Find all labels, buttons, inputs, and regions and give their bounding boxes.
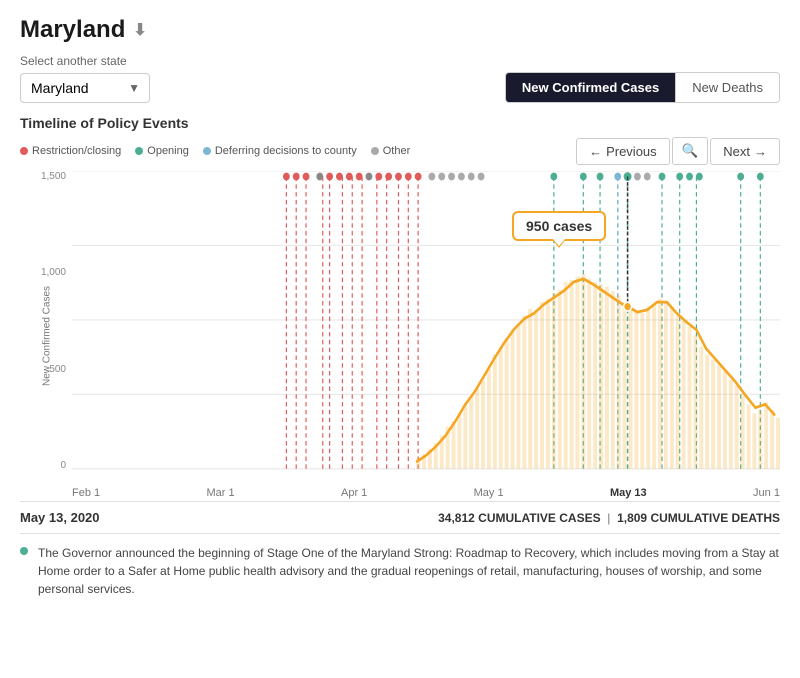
next-button[interactable]: Next → [710, 138, 780, 165]
legend-item-deferring: Deferring decisions to county [203, 145, 357, 157]
legend-label-restriction: Restriction/closing [32, 145, 121, 157]
chart-svg [72, 171, 780, 471]
download-icon[interactable]: ⬇ [133, 20, 146, 40]
prev-arrow-icon: ← [589, 144, 602, 159]
y-axis-label: New Confirmed Cases [42, 276, 53, 396]
deferring-dot [203, 147, 211, 155]
opening-dot [135, 147, 143, 155]
x-label-mar1: Mar 1 [207, 487, 235, 499]
status-stats: 34,812 CUMULATIVE CASES | 1,809 CUMULATI… [438, 511, 780, 525]
cumulative-cases-label: CUMULATIVE CASES [478, 511, 600, 525]
state-name: Maryland [20, 16, 125, 44]
event-text: The Governor announced the beginning of … [38, 544, 780, 598]
new-confirmed-cases-button[interactable]: New Confirmed Cases [506, 73, 676, 102]
legend-item-restriction: Restriction/closing [20, 145, 121, 157]
search-button[interactable]: 🔍 [672, 137, 709, 165]
y-tick-0: 0 [22, 460, 66, 471]
x-label-may13: May 13 [610, 487, 647, 499]
legend-label-opening: Opening [147, 145, 189, 157]
legend-item-other: Other [371, 145, 411, 157]
other-dot [371, 147, 379, 155]
next-arrow-icon: → [754, 144, 767, 159]
state-selector-label: Select another state [20, 54, 780, 68]
x-axis: Feb 1 Mar 1 Apr 1 May 1 May 13 Jun 1 [72, 487, 780, 499]
y-tick-1500: 1,500 [22, 171, 66, 182]
event-dot-icon [20, 547, 28, 555]
chart-container: 1,500 1,000 500 0 New Confirmed Cases [72, 171, 780, 501]
event-description: The Governor announced the beginning of … [20, 544, 780, 598]
page-title: Maryland ⬇ [20, 16, 780, 44]
tooltip-value: 950 cases [526, 218, 592, 234]
timeline-header: Timeline of Policy Events Restriction/cl… [20, 115, 780, 165]
navigation-buttons: ← Previous 🔍 Next → [576, 137, 780, 165]
previous-label: Previous [606, 144, 657, 159]
status-date: May 13, 2020 [20, 510, 100, 525]
legend-label-other: Other [383, 145, 411, 157]
state-selector[interactable]: Maryland ▼ [20, 73, 150, 103]
legend: Restriction/closing Opening Deferring de… [20, 145, 410, 157]
search-icon: 🔍 [682, 143, 699, 158]
x-label-apr1: Apr 1 [341, 487, 367, 499]
cumulative-deaths-value: 1,809 [617, 511, 647, 525]
state-dropdown[interactable]: Maryland [20, 73, 150, 103]
legend-item-opening: Opening [135, 145, 189, 157]
tooltip: 950 cases [512, 211, 606, 241]
restriction-dot [20, 147, 28, 155]
previous-button[interactable]: ← Previous [576, 138, 670, 165]
tooltip-arrow-inner [553, 239, 565, 246]
status-bar: May 13, 2020 34,812 CUMULATIVE CASES | 1… [20, 501, 780, 534]
next-label: Next [723, 144, 750, 159]
x-label-jun1: Jun 1 [753, 487, 780, 499]
x-label-feb1: Feb 1 [72, 487, 100, 499]
new-deaths-button[interactable]: New Deaths [676, 73, 779, 102]
x-label-may1: May 1 [474, 487, 504, 499]
timeline-title: Timeline of Policy Events [20, 115, 780, 131]
chart-type-selector: New Confirmed Cases New Deaths [505, 72, 780, 103]
cumulative-cases-value: 34,812 [438, 511, 475, 525]
legend-label-deferring: Deferring decisions to county [215, 145, 357, 157]
cumulative-deaths-label: CUMULATIVE DEATHS [650, 511, 780, 525]
